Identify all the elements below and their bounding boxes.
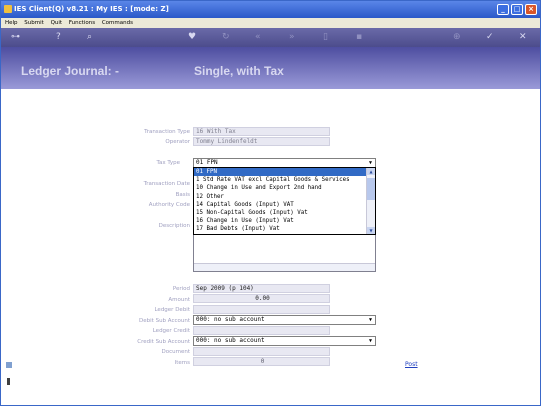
app-window: IES Client(Q) v8.21 : My IES : [mode: Z]… [0, 0, 541, 406]
document-label: Document [161, 349, 191, 355]
menu-bar: Help Submit Quit Functions Commands [1, 18, 540, 28]
info-icon[interactable] [7, 378, 10, 385]
minimize-button[interactable]: _ [497, 4, 509, 15]
credit-sub-account-select[interactable]: 000: no sub account ▼ [193, 336, 376, 346]
description-hscrollbar[interactable] [194, 263, 375, 271]
tax-type-value: 01 FPN [196, 159, 218, 166]
key-icon[interactable]: ⊶ [11, 31, 20, 44]
ledger-credit-label: Ledger Credit [152, 328, 190, 334]
menu-quit[interactable]: Quit [51, 20, 63, 26]
chevron-down-icon[interactable]: ▼ [366, 159, 375, 167]
rewind-icon[interactable]: « [255, 31, 261, 44]
items-field: 0 [193, 357, 330, 366]
tax-option[interactable]: 10 Change in Use and Export 2nd hand [194, 184, 366, 192]
trash-icon[interactable]: ▪ [356, 31, 362, 44]
ledger-debit-label: Ledger Debit [154, 307, 190, 313]
scroll-down-icon[interactable]: ▼ [367, 227, 375, 234]
forward-icon[interactable]: » [289, 31, 295, 44]
items-label: Items [174, 360, 190, 366]
app-icon [4, 5, 12, 13]
menu-commands[interactable]: Commands [102, 20, 133, 26]
close-icon[interactable]: ✕ [519, 31, 527, 44]
heart-icon[interactable]: ♥ [188, 31, 196, 44]
tax-option[interactable]: 14 Capital Goods (Input) VAT [194, 201, 366, 209]
chevron-down-icon[interactable]: ▼ [366, 337, 375, 345]
menu-submit[interactable]: Submit [24, 20, 44, 26]
close-window-button[interactable]: × [525, 4, 537, 15]
tax-option[interactable]: 12 Other [194, 193, 366, 201]
side-panel-icon[interactable] [6, 362, 12, 368]
basis-label: Basis [175, 192, 190, 198]
ledger-credit-field[interactable] [193, 326, 330, 335]
debit-sub-account-label: Debit Sub Account [139, 318, 190, 324]
window-title: IES Client(Q) v8.21 : My IES : [mode: Z] [14, 5, 169, 13]
amount-label: Amount [168, 297, 190, 303]
period-label: Period [172, 286, 190, 292]
credit-sub-account-label: Credit Sub Account [137, 339, 190, 345]
check-icon[interactable]: ✓ [486, 31, 494, 44]
help-icon[interactable]: ? [56, 31, 61, 44]
page-title: Ledger Journal: - [21, 64, 120, 78]
description-textarea[interactable] [193, 235, 376, 272]
amount-field[interactable]: 0.00 [193, 294, 330, 303]
description-label: Description [158, 223, 190, 229]
ledger-debit-field[interactable] [193, 305, 330, 314]
page-subtitle: Single, with Tax [194, 64, 284, 78]
plus-icon[interactable]: ⊕ [453, 31, 461, 44]
dropdown-scrollbar[interactable]: ▲ ▼ [366, 168, 375, 234]
title-bar: IES Client(Q) v8.21 : My IES : [mode: Z]… [1, 1, 540, 18]
authority-code-label: Authority Code [148, 202, 190, 208]
credit-sub-account-value: 000: no sub account [196, 337, 265, 344]
period-field: Sep 2009 (p 104) [193, 284, 330, 293]
scroll-up-icon[interactable]: ▲ [367, 168, 375, 175]
menu-help[interactable]: Help [5, 20, 18, 26]
tax-option[interactable]: 01 FPN [194, 168, 366, 177]
transaction-type-label: Transaction Type [144, 129, 190, 135]
search-icon[interactable]: ⌕ [87, 31, 92, 44]
tax-option[interactable]: 17 Bad Debts (Input) Vat [194, 225, 366, 233]
toolbar: ⊶ ? ⌕ ♥ ↻ « » ▯ ▪ ⊕ ✓ ✕ [1, 28, 540, 47]
operator-label: Operator [165, 139, 190, 145]
document-icon[interactable]: ▯ [323, 31, 328, 44]
tax-option[interactable]: 1 Std Rate VAT excl Capital Goods & Serv… [194, 176, 366, 184]
debit-sub-account-value: 000: no sub account [196, 316, 265, 323]
transaction-date-label: Transaction Date [143, 181, 190, 187]
tax-option[interactable]: 15 Non-Capital Goods (Input) Vat [194, 209, 366, 217]
post-link[interactable]: Post [405, 361, 418, 368]
page-header: Ledger Journal: - Single, with Tax [1, 47, 540, 89]
tax-type-label: Tax Type [156, 160, 180, 166]
debit-sub-account-select[interactable]: 000: no sub account ▼ [193, 315, 376, 325]
tax-type-dropdown: 01 FPN 1 Std Rate VAT excl Capital Goods… [193, 167, 376, 235]
chevron-down-icon[interactable]: ▼ [366, 316, 375, 324]
maximize-button[interactable]: □ [511, 4, 523, 15]
transaction-type-field: 16 With Tax [193, 127, 330, 136]
menu-functions[interactable]: Functions [69, 20, 95, 26]
scroll-thumb[interactable] [367, 178, 375, 200]
operator-field: Tommy Lindenfeldt [193, 137, 330, 146]
refresh-icon[interactable]: ↻ [222, 31, 230, 44]
tax-option[interactable]: 16 Change in Use (Input) Vat [194, 217, 366, 225]
document-field[interactable] [193, 347, 330, 356]
